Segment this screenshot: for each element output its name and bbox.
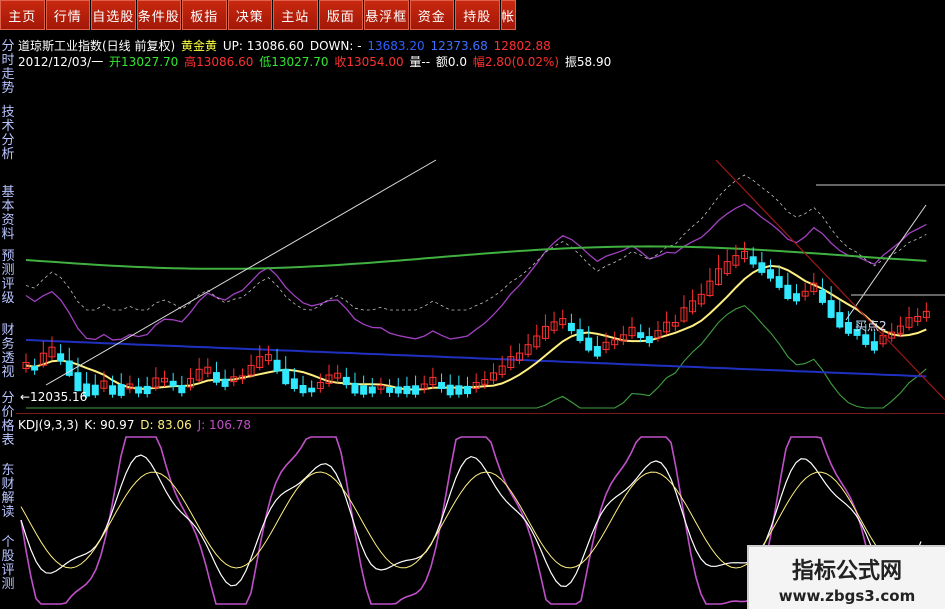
menu-item-0[interactable]: 主页 (0, 0, 45, 30)
menu-item-8[interactable]: 悬浮框 (364, 0, 409, 30)
side-tab-5[interactable]: 分价格表 (0, 392, 16, 448)
side-tab-4[interactable]: 财务透视 (0, 324, 16, 380)
low-price-label: ←12035.16 (20, 390, 88, 404)
indicator-mode: 黄金黄 (181, 39, 218, 53)
change-value: 幅2.80(0.02%) (472, 55, 560, 69)
side-tab-0[interactable]: 分时走势 (0, 40, 16, 96)
low-value: 低13027.70 (259, 55, 329, 69)
menu-item-3[interactable]: 条件股 (136, 0, 181, 30)
open-value: 开13027.70 (109, 55, 179, 69)
ohlc-line: 2012/12/03/一 开13027.70 高13086.60 低13027.… (18, 53, 613, 70)
kdj-name: KDJ(9,3,3) (18, 418, 79, 432)
top-menu-bar: 主页 行情 自选股 条件股 板指 决策 主站 版面 悬浮框 资金 持股帐 (0, 0, 535, 33)
high-value: 高13086.60 (184, 55, 254, 69)
level-value-3: 12802.88 (493, 39, 551, 53)
down-value: DOWN: - (309, 39, 362, 53)
index-title-line: 道琼斯工业指数(日线 前复权) 黄金黄 UP: 13086.60 DOWN: -… (18, 37, 553, 54)
menu-item-1[interactable]: 行情 (45, 0, 90, 30)
side-tab-1[interactable]: 技术分析 (0, 106, 16, 162)
side-tab-2[interactable]: 基本资料 (0, 186, 16, 242)
bar-date: 2012/12/03/一 (18, 55, 104, 69)
menu-item-4[interactable]: 板指 (182, 0, 227, 30)
kdj-k-value: K: 90.97 (84, 418, 135, 432)
kdj-d-value: D: 83.06 (140, 418, 192, 432)
volume-value: 量-- (409, 55, 431, 69)
menu-item-6[interactable]: 主站 (273, 0, 318, 30)
side-tab-7[interactable]: 个股评测 (0, 536, 16, 592)
menu-item-10[interactable]: 持股 (455, 0, 500, 30)
level-value-2: 12373.68 (430, 39, 488, 53)
menu-item-5[interactable]: 决策 (227, 0, 272, 30)
watermark-title: 指标公式网 (791, 559, 902, 584)
watermark-url: www.zbgs3.com (778, 587, 916, 605)
menu-item-2[interactable]: 自选股 (91, 0, 136, 30)
site-watermark: 指标公式网 www.zbgs3.com (747, 545, 945, 609)
candlestick-chart[interactable] (16, 140, 945, 410)
side-tab-3[interactable]: 预测评级 (0, 250, 16, 306)
menu-item-9[interactable]: 资金 (409, 0, 454, 30)
menu-item-11[interactable]: 帐 (500, 0, 516, 30)
buy-point-label: 买点2 (855, 319, 887, 333)
close-value: 收13054.00 (334, 55, 404, 69)
menu-item-7[interactable]: 版面 (318, 0, 363, 30)
up-value: UP: 13086.60 (222, 39, 304, 53)
pane-divider (16, 413, 945, 414)
kdj-header: KDJ(9,3,3) K: 90.97 D: 83.06 J: 106.78 (18, 418, 253, 432)
level-value-1: 13683.20 (367, 39, 425, 53)
amount-value: 额0.0 (435, 55, 468, 69)
kdj-j-value: J: 106.78 (197, 418, 251, 432)
amplitude-value: 振58.90 (564, 55, 612, 69)
side-tab-6[interactable]: 东财解读 (0, 464, 16, 520)
side-tab-bar: 分时走势技术分析基本资料预测评级财务透视分价格表东财解读个股评测 (0, 40, 16, 609)
index-name: 道琼斯工业指数(日线 前复权) (18, 39, 176, 53)
